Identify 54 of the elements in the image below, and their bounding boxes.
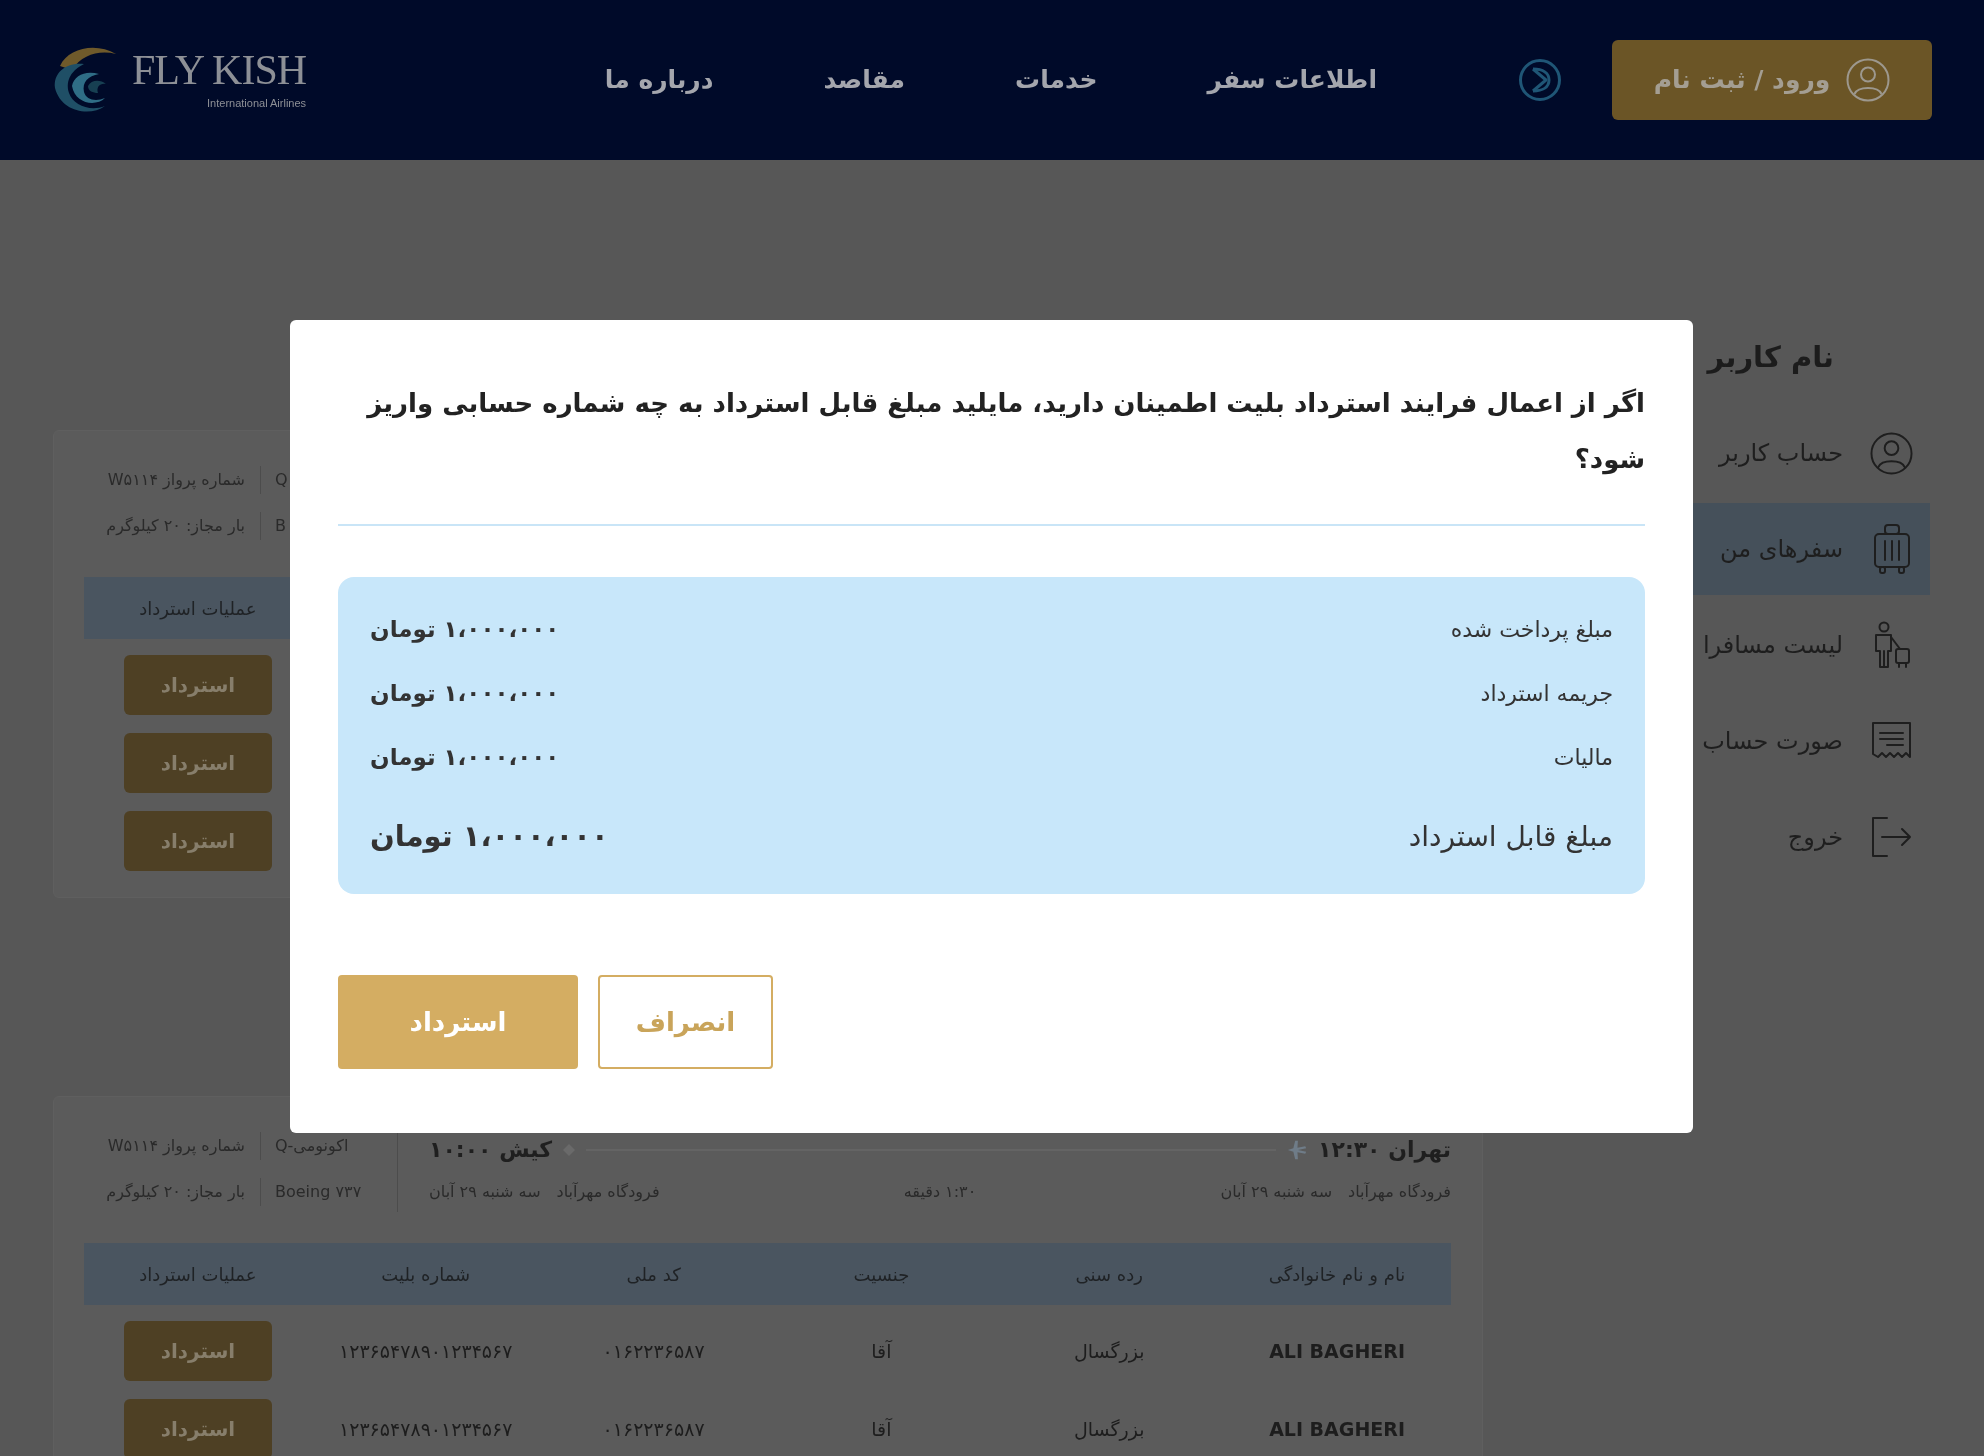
receipt-icon: [1871, 721, 1912, 761]
table-value: بزرگسال: [1073, 1338, 1145, 1365]
refund-button[interactable]: استرداد: [123, 655, 272, 715]
column-header: رده سنی: [1075, 1262, 1143, 1287]
nav-link[interactable]: مقاصد: [823, 61, 905, 99]
exit-arrow-icon: [1870, 816, 1913, 858]
user-icon: [1870, 431, 1913, 475]
cancel-button[interactable]: انصراف: [598, 975, 773, 1069]
refund-button[interactable]: استرداد: [338, 975, 578, 1069]
column-header: جنسیت: [853, 1262, 910, 1287]
refund-button[interactable]: استرداد: [123, 733, 272, 793]
nav-link[interactable]: خدمات: [1015, 61, 1098, 99]
amount-value: ۱،۰۰۰،۰۰۰ تومان: [370, 614, 560, 645]
login-button[interactable]: ورود / ثبت نام: [1612, 40, 1932, 120]
table-value: ۰۱۶۲۲۳۶۵۸۷: [602, 1338, 705, 1364]
amount-label: مالیات: [1553, 743, 1613, 772]
passenger-name: ALI BAGHERI: [1269, 1338, 1405, 1364]
sidebar-item[interactable]: خروج: [1693, 791, 1930, 883]
table-value: ۰۱۶۲۲۳۶۵۸۷: [602, 1416, 705, 1442]
sidebar-item[interactable]: صورت حساب: [1693, 695, 1930, 787]
departure-city-time: تهران ۱۲:۳۰: [1318, 1137, 1451, 1163]
amount-value: ۱،۰۰۰،۰۰۰ تومان: [370, 742, 560, 773]
table-value: ۱۲۳۶۵۴۷۸۹۰۱۲۳۴۵۶۷: [339, 1416, 513, 1442]
table-value: آقا: [871, 1338, 892, 1364]
table-value: ۱۲۳۶۵۴۷۸۹۰۱۲۳۴۵۶۷: [339, 1338, 513, 1364]
suitcase-icon: [1872, 523, 1911, 575]
passenger-name: ALI BAGHERI: [1269, 1416, 1405, 1442]
user-icon: [1846, 58, 1891, 102]
column-header: نام و نام خانوادگی: [1268, 1262, 1406, 1288]
column-header: عملیات استرداد: [139, 596, 257, 622]
arrival-city-time: کیش ۱۰:۰۰: [429, 1137, 553, 1163]
total-amount: ۱،۰۰۰،۰۰۰ تومان: [370, 818, 609, 856]
nav-link[interactable]: درباره ما: [604, 61, 714, 99]
amount-label: جریمه استرداد: [1480, 679, 1613, 708]
brand-name: FLY KISH: [132, 48, 307, 91]
amount-value: ۱،۰۰۰،۰۰۰ تومان: [370, 678, 560, 709]
total-label: مبلغ قابل استرداد: [1408, 819, 1613, 855]
refund-button[interactable]: استرداد: [123, 1321, 272, 1381]
table-value: بزرگسال: [1073, 1416, 1145, 1443]
nav-link[interactable]: اطلاعات سفر: [1207, 61, 1377, 99]
refund-button[interactable]: استرداد: [123, 811, 272, 871]
sidebar-item[interactable]: سفرهای من: [1693, 503, 1930, 595]
brand-tagline: International Airlines: [206, 95, 307, 111]
column-header: شماره بلیت: [381, 1262, 471, 1287]
sidebar-item[interactable]: حساب کاربر: [1693, 407, 1930, 499]
dialog-question: اگر از اعمال فرایند استرداد بلیت اطمینان دارید، مایلید مبلغ قابل استرداد به چه شماره حسابی واریز شود؟: [365, 387, 1645, 477]
sidebar-item[interactable]: لیست مسافرا: [1693, 599, 1930, 691]
amount-label: مبلغ پرداخت شده: [1450, 615, 1613, 645]
sidebar-title: نام کاربر: [1705, 339, 1834, 376]
plane-icon: [1286, 1139, 1309, 1161]
refund-button[interactable]: استرداد: [123, 1399, 272, 1456]
column-header: عملیات استرداد: [139, 1262, 257, 1288]
table-value: آقا: [871, 1416, 892, 1442]
column-header: کد ملی: [626, 1262, 681, 1287]
